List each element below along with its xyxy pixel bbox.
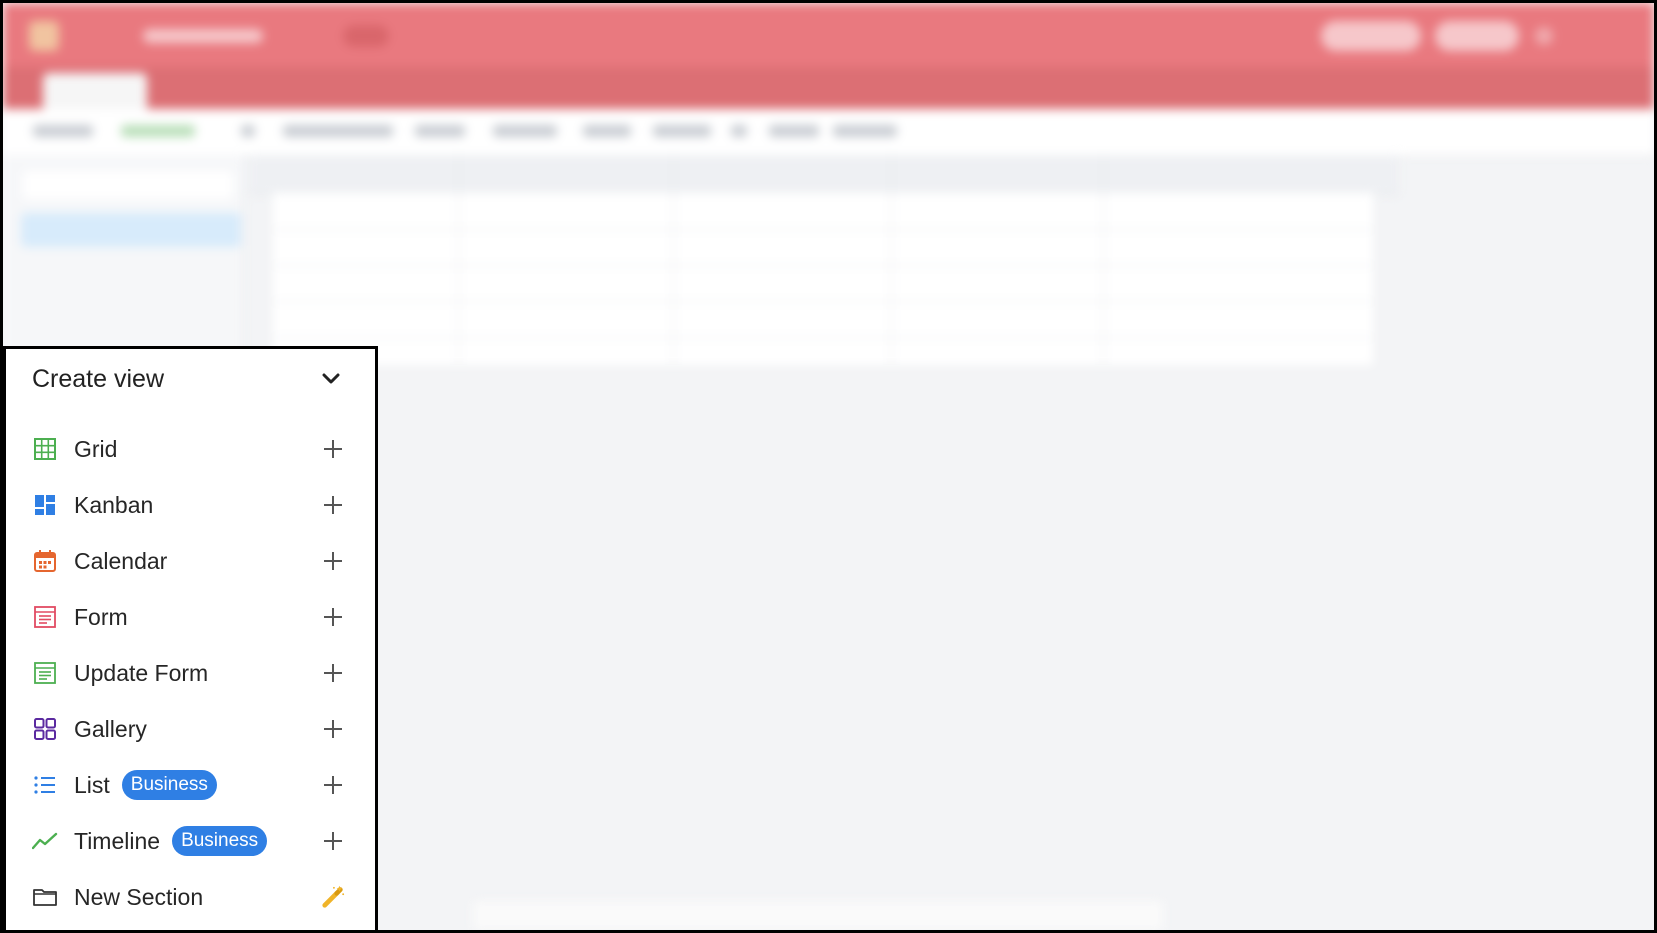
grid-icon: [32, 436, 58, 462]
plus-icon[interactable]: [321, 773, 345, 797]
panel-title: Create view: [32, 364, 164, 393]
find-view-input[interactable]: [23, 171, 233, 199]
footer-strip: [473, 901, 1163, 930]
grid-body: [273, 193, 1373, 365]
view-option-kanban[interactable]: Kanban: [6, 477, 375, 533]
table-tab[interactable]: [43, 73, 147, 109]
create-view-panel: Create view Grid Kanban Calendar Form Up…: [3, 346, 378, 930]
view-option-form[interactable]: Form: [6, 589, 375, 645]
plus-icon[interactable]: [321, 605, 345, 629]
plus-icon[interactable]: [321, 493, 345, 517]
plus-icon[interactable]: [321, 661, 345, 685]
view-option-gallery[interactable]: Gallery: [6, 701, 375, 757]
folder-icon: [32, 884, 58, 910]
new-section-item[interactable]: New Section: [6, 869, 375, 925]
gallery-icon: [32, 716, 58, 742]
plus-icon[interactable]: [321, 829, 345, 853]
business-badge: Business: [121, 770, 217, 800]
plus-icon[interactable]: [321, 549, 345, 573]
calendar-icon: [32, 548, 58, 574]
update-form-icon: [32, 660, 58, 686]
grid-header: [249, 155, 1399, 194]
view-option-label: List: [74, 771, 110, 798]
view-option-label: New Section: [74, 883, 204, 910]
timeline-icon: [32, 828, 58, 854]
view-option-label: Calendar: [74, 547, 168, 574]
view-type-list: Grid Kanban Calendar Form Update Form Ga…: [6, 421, 375, 925]
top-navbar: [3, 3, 1654, 67]
view-option-label: Update Form: [74, 659, 209, 686]
list-icon: [32, 772, 58, 798]
view-option-calendar[interactable]: Calendar: [6, 533, 375, 589]
plus-icon[interactable]: [321, 437, 345, 461]
tab-bar: [3, 67, 1654, 109]
app-window: Create view Grid Kanban Calendar Form Up…: [3, 3, 1654, 930]
view-option-label: Grid: [74, 435, 118, 462]
view-option-timeline[interactable]: Timeline Business: [6, 813, 375, 869]
view-option-list[interactable]: List Business: [6, 757, 375, 813]
view-option-grid[interactable]: Grid: [6, 421, 375, 477]
create-view-header[interactable]: Create view: [6, 349, 375, 409]
chevron-down-icon[interactable]: [321, 369, 341, 389]
view-option-label: Kanban: [74, 491, 154, 518]
selected-view[interactable]: [21, 213, 241, 247]
business-badge: Business: [172, 826, 268, 856]
kanban-icon: [32, 492, 58, 518]
view-option-label: Timeline: [74, 827, 161, 854]
magic-wand-icon[interactable]: [321, 885, 345, 909]
view-option-label: Gallery: [74, 715, 147, 742]
form-icon: [32, 604, 58, 630]
plus-icon[interactable]: [321, 717, 345, 741]
view-option-update-form[interactable]: Update Form: [6, 645, 375, 701]
view-option-label: Form: [74, 603, 128, 630]
